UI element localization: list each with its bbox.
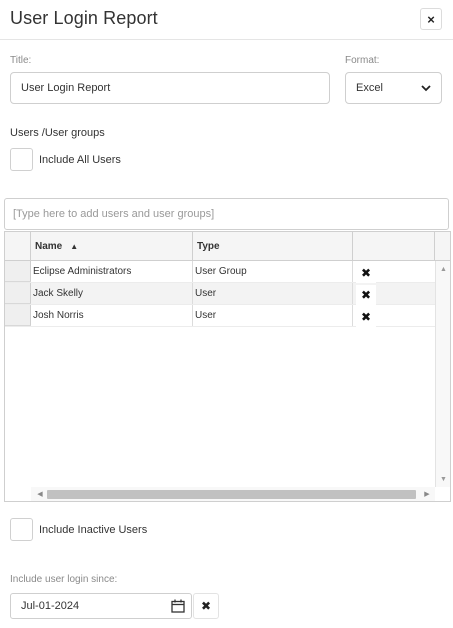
remove-icon: ✖ bbox=[360, 266, 372, 280]
remove-row-button[interactable]: ✖ bbox=[356, 307, 376, 327]
column-header-name[interactable]: Name ▲ bbox=[31, 232, 193, 260]
remove-icon: ✖ bbox=[360, 288, 372, 302]
login-since-label: Include user login since: bbox=[10, 574, 118, 585]
row-handle[interactable] bbox=[5, 305, 31, 326]
dialog-header: User Login Report × bbox=[0, 0, 453, 40]
remove-row-button[interactable]: ✖ bbox=[356, 263, 376, 283]
cell-type: User Group bbox=[193, 261, 353, 282]
users-section-label: Users /User groups bbox=[10, 127, 105, 139]
chevron-down-icon bbox=[421, 84, 431, 91]
close-icon: × bbox=[427, 11, 435, 27]
row-handle-header bbox=[5, 232, 31, 260]
table-row[interactable]: Josh Norris User ✖ bbox=[5, 305, 435, 327]
remove-row-button[interactable]: ✖ bbox=[356, 285, 376, 305]
cell-type: User bbox=[193, 305, 353, 326]
scroll-down-icon[interactable]: ▼ bbox=[436, 473, 450, 485]
user-search-input[interactable]: [Type here to add users and user groups] bbox=[4, 198, 449, 230]
remove-icon: ✖ bbox=[360, 310, 372, 324]
vertical-scrollbar[interactable]: ▲ ▼ bbox=[435, 261, 450, 487]
users-grid: Name ▲ Type Eclipse Administrators User … bbox=[4, 231, 451, 502]
table-row[interactable]: Jack Skelly User ✖ bbox=[5, 283, 435, 305]
clear-date-button[interactable]: ✖ bbox=[193, 593, 219, 619]
scroll-left-icon[interactable]: ◀ bbox=[33, 487, 47, 501]
cell-name: Eclipse Administrators bbox=[31, 261, 193, 282]
title-input[interactable]: User Login Report bbox=[10, 72, 330, 104]
login-since-date-input[interactable]: Jul-01-2024 bbox=[10, 593, 192, 619]
grid-header: Name ▲ Type bbox=[5, 232, 450, 261]
include-all-users-row: Include All Users bbox=[10, 148, 121, 171]
format-selected-value: Excel bbox=[356, 82, 383, 94]
login-since-date-value: Jul-01-2024 bbox=[21, 600, 80, 612]
scroll-right-icon[interactable]: ▶ bbox=[420, 487, 434, 501]
dialog-title: User Login Report bbox=[10, 8, 158, 28]
sort-ascending-icon: ▲ bbox=[70, 241, 79, 251]
include-inactive-users-checkbox[interactable] bbox=[10, 518, 33, 541]
cell-type: User bbox=[193, 283, 353, 304]
scroll-up-icon[interactable]: ▲ bbox=[436, 263, 450, 275]
clear-icon: ✖ bbox=[200, 599, 212, 613]
format-label: Format: bbox=[345, 55, 380, 66]
include-inactive-users-label: Include Inactive Users bbox=[39, 523, 148, 536]
calendar-button[interactable] bbox=[169, 597, 187, 615]
cell-name: Josh Norris bbox=[31, 305, 193, 326]
column-header-type-label: Type bbox=[197, 240, 220, 252]
calendar-icon bbox=[171, 599, 185, 613]
row-handle[interactable] bbox=[5, 283, 31, 304]
include-all-users-checkbox[interactable] bbox=[10, 148, 33, 171]
horizontal-scrollbar[interactable]: ◀ ▶ bbox=[31, 487, 435, 501]
include-all-users-label: Include All Users bbox=[39, 153, 121, 166]
format-select[interactable]: Excel bbox=[345, 72, 442, 104]
close-button[interactable]: × bbox=[420, 8, 442, 30]
title-label: Title: bbox=[10, 55, 32, 66]
column-header-actions bbox=[353, 232, 435, 260]
row-handle[interactable] bbox=[5, 261, 31, 282]
horizontal-scroll-thumb[interactable] bbox=[47, 490, 416, 499]
column-header-type[interactable]: Type bbox=[193, 232, 353, 260]
user-search-placeholder: [Type here to add users and user groups] bbox=[13, 208, 215, 220]
title-input-value: User Login Report bbox=[21, 82, 111, 94]
include-inactive-users-row: Include Inactive Users bbox=[10, 518, 147, 541]
column-header-name-label: Name bbox=[35, 240, 63, 252]
table-row[interactable]: Eclipse Administrators User Group ✖ bbox=[5, 261, 435, 283]
cell-name: Jack Skelly bbox=[31, 283, 193, 304]
